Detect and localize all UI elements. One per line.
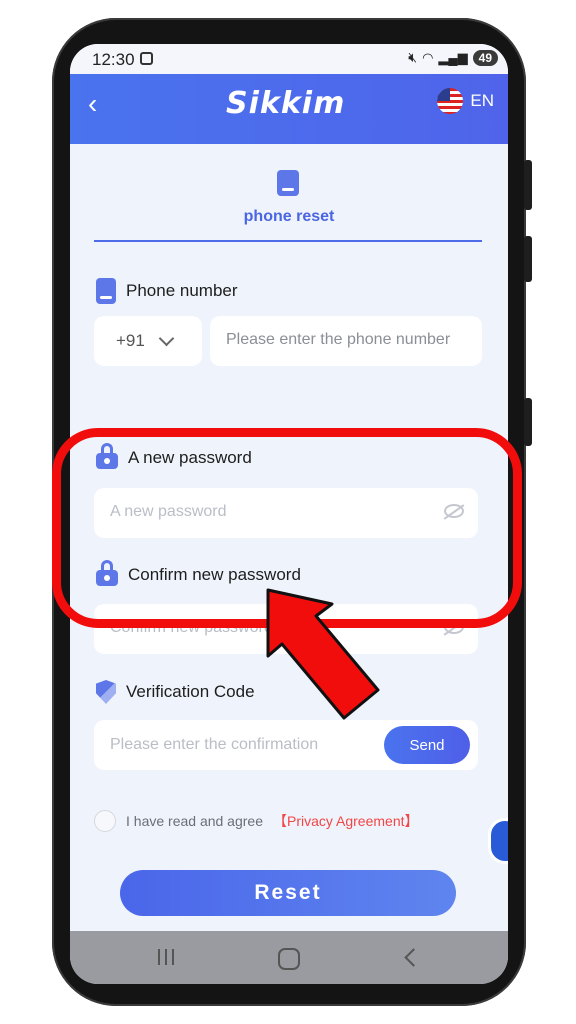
pointer-arrow	[266, 588, 380, 720]
